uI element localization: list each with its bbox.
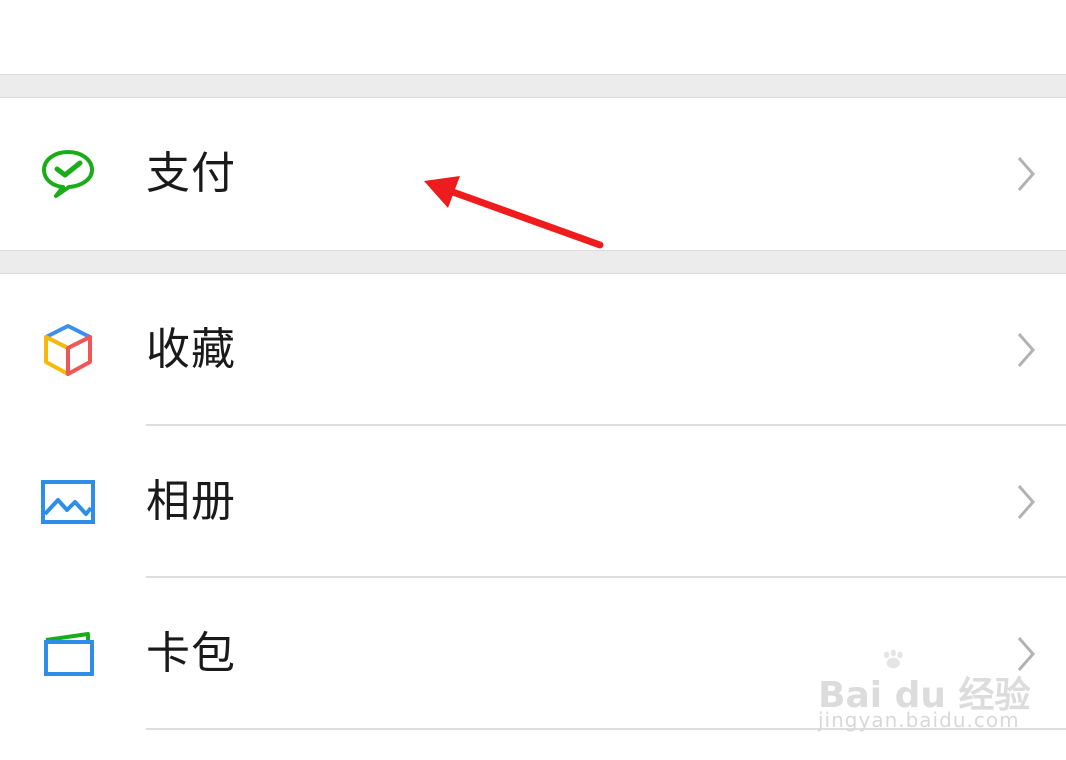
section-gap <box>0 250 1066 274</box>
card-wallet-icon <box>44 632 94 676</box>
chevron-right-icon <box>1017 157 1035 191</box>
album-picture-icon <box>41 480 95 524</box>
chevron-right-icon <box>1017 485 1035 519</box>
menu-item-label: 卡包 <box>146 628 236 679</box>
menu-item-album[interactable]: 相册 <box>0 426 1066 576</box>
menu-item-favorites[interactable]: 收藏 <box>0 274 1066 424</box>
me-page: 支付 收藏 相册 卡包 Bai du 经验 jingyan.baidu.com <box>0 0 1066 760</box>
favorites-cube-icon <box>44 324 92 376</box>
menu-item-label: 收藏 <box>146 324 236 375</box>
wechat-pay-icon <box>42 150 94 198</box>
watermark-url: jingyan.baidu.com <box>818 708 1020 732</box>
section-gap <box>0 74 1066 98</box>
chevron-right-icon <box>1017 333 1035 367</box>
menu-item-label: 相册 <box>146 476 236 527</box>
menu-item-pay[interactable]: 支付 <box>0 98 1066 250</box>
menu-item-label: 支付 <box>146 148 236 199</box>
